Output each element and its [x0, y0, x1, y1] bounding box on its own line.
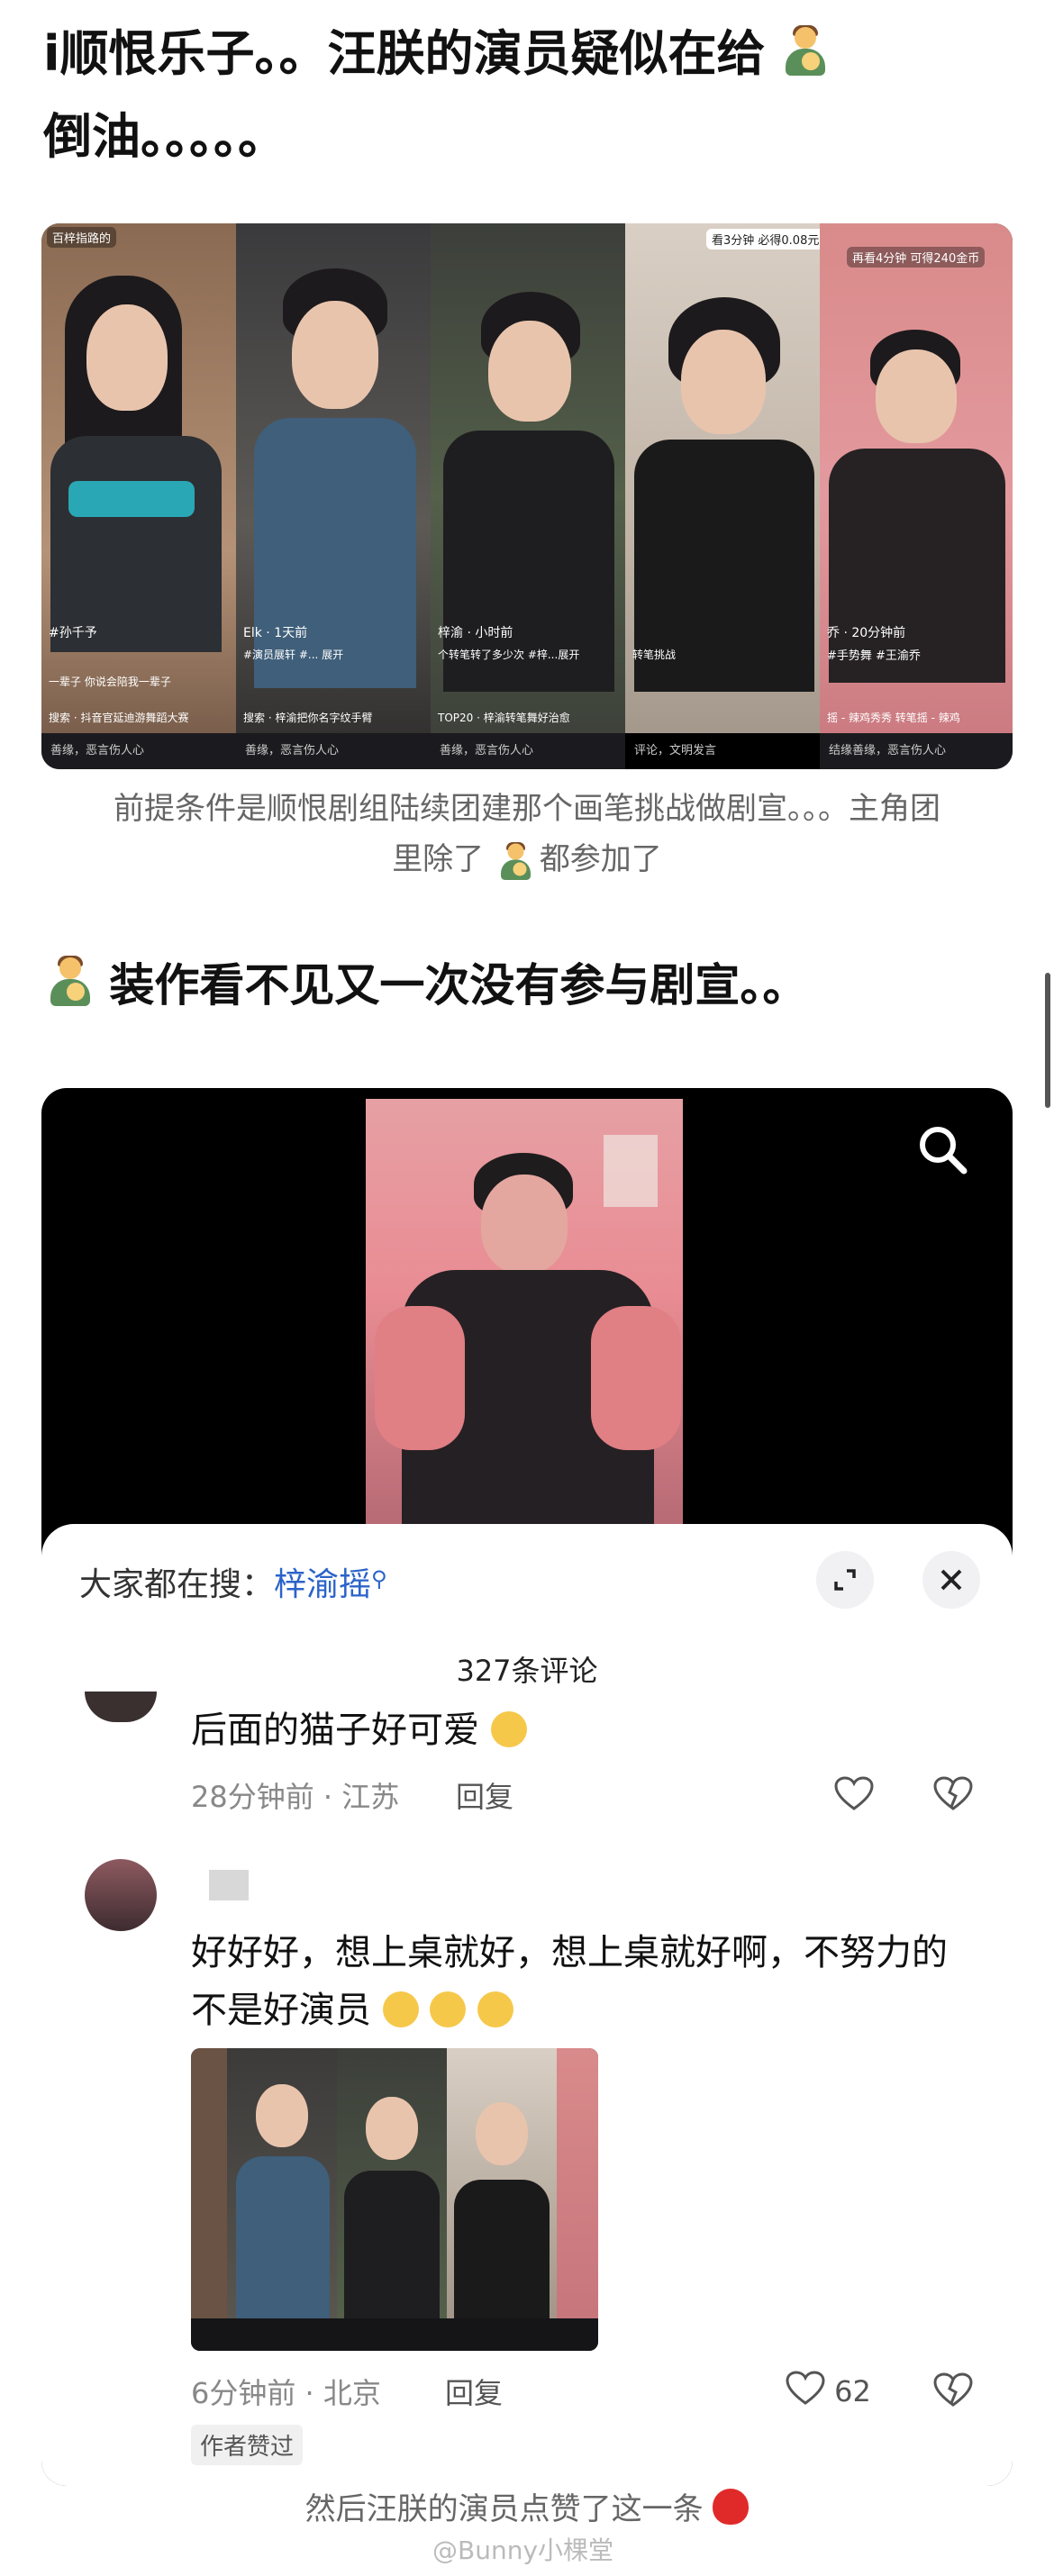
- collage-thumb-1[interactable]: 百梓指路的 #孙千予 一辈子 你说会陪我一辈子 搜索 · 抖音官延迪游舞蹈大赛 …: [41, 223, 236, 769]
- thumb-caption-2: #演员展轩 #... 展开: [243, 649, 344, 661]
- comment-time-location: 6分钟前 · 北京: [191, 2376, 381, 2410]
- heart-icon[interactable]: [834, 1776, 874, 1812]
- thumb-caption: 乔 · 20分钟前: [827, 626, 906, 640]
- avatar[interactable]: [85, 1692, 157, 1722]
- like-button[interactable]: 62: [786, 2371, 871, 2408]
- crying-face-emoji-icon: [490, 1711, 527, 1747]
- blurred-username: [209, 1870, 249, 1900]
- search-icon[interactable]: [913, 1120, 971, 1178]
- post-title-line1: i顺恨乐子。。汪朕的演员疑似在给: [43, 13, 829, 95]
- reply-button[interactable]: 回复: [445, 2371, 503, 2412]
- thumb-comment-bar: 善缘，恶言伤人心: [41, 733, 236, 769]
- comment-time-location: 28分钟前 · 江苏: [191, 1780, 400, 1814]
- collage-thumb-3[interactable]: 梓渝 · 小时前 个转笔转了多少次 #梓...展开 TOP20 · 梓渝转笔舞好…: [431, 223, 625, 769]
- thumb-caption: Elk · 1天前: [243, 626, 308, 640]
- video-collage-image[interactable]: 百梓指路的 #孙千予 一辈子 你说会陪我一辈子 搜索 · 抖音官延迪游舞蹈大赛 …: [41, 223, 1013, 769]
- dislike-icon[interactable]: [933, 2372, 973, 2408]
- author-liked-badge: 作者赞过: [191, 2425, 304, 2465]
- thumb-top-label: 百梓指路的: [47, 227, 117, 248]
- image-caption: 前提条件是顺恨剧组陆续团建那个画笔挑战做剧宣。。。主角团 里除了 都参加了: [36, 784, 1018, 884]
- heart-icon: [786, 2371, 825, 2405]
- crying-face-emoji-icon: [430, 1991, 467, 2027]
- person-with-baby-emoji-icon: [498, 842, 531, 880]
- thumb-comment-bar: 结缘善缘，恶言伤人心: [820, 733, 1013, 769]
- thumb-bottom-text: 搜索 · 梓渝把你名字纹手臂: [243, 712, 373, 724]
- reply-button[interactable]: 回复: [456, 1774, 513, 1816]
- thumb-bottom-text: 搜索 · 抖音官延迪游舞蹈大赛: [49, 712, 189, 724]
- close-icon[interactable]: [922, 1551, 980, 1609]
- statement-text: 装作看不见又一次没有参与剧宣。。: [109, 959, 808, 1011]
- comment-image[interactable]: [191, 2048, 598, 2351]
- collage-thumb-5[interactable]: 再看4分钟 可得240金币 乔 · 20分钟前 #手势舞 #王渝乔 摇 - 辣鸡…: [820, 223, 1013, 769]
- thumb-caption: #孙千予: [49, 626, 97, 640]
- scrollbar[interactable]: [1045, 973, 1050, 1108]
- caption-line-1: 前提条件是顺恨剧组陆续团建那个画笔挑战做剧宣。。。主角团: [114, 791, 940, 827]
- trending-label: 大家都在搜：: [79, 1566, 275, 1603]
- crying-face-emoji-icon: [477, 1991, 514, 2027]
- expand-icon[interactable]: [816, 1551, 874, 1609]
- watermark: @Bunny小棵堂: [432, 2535, 614, 2565]
- thumb-comment-bar: 善缘，恶言伤人心: [431, 733, 625, 769]
- trending-term-link[interactable]: 梓渝摇: [274, 1566, 371, 1603]
- statement-line: 装作看不见又一次没有参与剧宣。。: [47, 949, 807, 1021]
- collage-thumb-2[interactable]: Elk · 1天前 #演员展轩 #... 展开 搜索 · 梓渝把你名字纹手臂 善…: [236, 223, 431, 769]
- video-frame[interactable]: [366, 1099, 683, 1529]
- thumb-bottom-text: 评论，文明发言: [625, 733, 820, 769]
- post-title-line2: 倒油。。。。。: [43, 108, 286, 165]
- thumb-caption: 转笔挑战: [632, 649, 677, 661]
- person-with-baby-emoji-icon: [782, 25, 829, 77]
- thumb-comment-bar: 善缘，恶言伤人心: [236, 733, 431, 769]
- comment-sheet: 大家都在搜：梓渝摇⚲ 327条评论 后面的猫子好可爱 28分钟前 · 江苏 回复: [41, 1524, 1013, 2486]
- thumb-bottom-text: 摇 - 辣鸡秀秀 转笔摇 - 辣鸡: [827, 712, 960, 724]
- avatar[interactable]: [85, 1859, 157, 1931]
- comment-count: 327条评论: [456, 1654, 598, 1688]
- apple-emoji-icon: [713, 2489, 750, 2525]
- thumb-caption-2: 个转笔转了多少次 #梓...展开: [438, 649, 580, 661]
- thumb-caption-2: 一辈子 你说会陪我一辈子: [49, 676, 171, 688]
- like-count: 62: [834, 2374, 871, 2408]
- footer-caption: 然后汪朕的演员点赞了这一条: [0, 2484, 1054, 2535]
- crying-face-emoji-icon: [382, 1991, 419, 2027]
- thumb-top-label: 再看4分钟 可得240金币: [847, 247, 986, 268]
- thumb-caption: 梓渝 · 小时前: [438, 626, 513, 640]
- small-search-icon: ⚲: [371, 1566, 387, 1592]
- dislike-icon[interactable]: [933, 1776, 973, 1812]
- collage-thumb-4[interactable]: 看3分钟 必得0.08元 转笔挑战 评论，文明发言: [625, 223, 820, 769]
- person-with-baby-emoji-icon: [47, 956, 94, 1008]
- thumb-top-label: 看3分钟 必得0.08元: [706, 229, 820, 249]
- comment-text: 好好好，想上桌就好，想上桌就好啊，不努力的 不是好演员: [191, 1932, 948, 2031]
- video-screenshot[interactable]: 大家都在搜：梓渝摇⚲ 327条评论 后面的猫子好可爱 28分钟前 · 江苏 回复: [41, 1088, 1013, 2486]
- thumb-caption-2: #手势舞 #王渝乔: [827, 649, 921, 663]
- caption-line-2: 里除了 都参加了: [36, 834, 1018, 884]
- post-title-text: i顺恨乐子。。汪朕的演员疑似在给: [43, 25, 766, 82]
- comment-text: 后面的猫子好可爱: [191, 1701, 527, 1753]
- trending-search[interactable]: 大家都在搜：梓渝摇⚲: [79, 1558, 387, 1605]
- thumb-bottom-text: TOP20 · 梓渝转笔舞好治愈: [438, 712, 570, 724]
